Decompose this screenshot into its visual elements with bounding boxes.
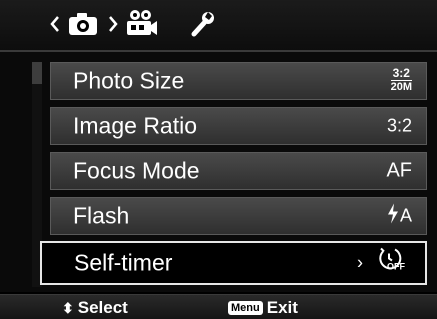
menu-item-image-ratio[interactable]: Image Ratio 3:2 (50, 107, 427, 145)
menu-item-flash[interactable]: Flash A (50, 197, 427, 235)
chevron-right-icon[interactable] (108, 14, 118, 39)
photo-size-value: 3:2 20M (390, 67, 412, 95)
exit-hint: Menu Exit (228, 298, 298, 318)
flash-mode-text: A (399, 205, 412, 226)
exit-label: Exit (266, 298, 298, 317)
up-down-arrow-icon: ⬍ (62, 300, 74, 316)
submenu-arrow: › (357, 252, 363, 273)
flash-icon (387, 203, 399, 229)
self-timer-off-text: OFF (387, 261, 405, 272)
menu-item-label: Flash (73, 202, 130, 229)
scrollbar-thumb[interactable] (32, 62, 42, 84)
menu-item-self-timer[interactable]: Self-timer › OFF (40, 241, 427, 285)
menu-item-focus-mode[interactable]: Focus Mode AF (50, 152, 427, 190)
menu-key-icon: Menu (228, 301, 263, 315)
menu-item-label: Focus Mode (73, 157, 200, 184)
photo-ratio-value: 3:2 (390, 67, 412, 81)
wrench-icon[interactable] (190, 10, 216, 43)
mode-tab-bar (0, 0, 437, 52)
menu-item-label: Image Ratio (73, 112, 198, 139)
menu-item-photo-size[interactable]: Photo Size 3:2 20M (50, 62, 427, 100)
photo-resolution-value: 20M (390, 81, 412, 93)
camera-icon[interactable] (68, 12, 98, 41)
self-timer-value: OFF (377, 246, 407, 281)
menu-item-label: Photo Size (73, 67, 185, 94)
movie-camera-icon[interactable] (124, 8, 158, 43)
image-ratio-value: 3:2 (386, 115, 412, 136)
menu-item-label: Self-timer (74, 249, 173, 276)
focus-mode-value: AF (386, 159, 412, 182)
footer-hint-bar: ⬍ Select Menu Exit (0, 294, 437, 319)
select-hint: ⬍ Select (62, 298, 128, 318)
chevron-left-icon[interactable] (50, 14, 60, 39)
select-label: Select (77, 298, 128, 317)
flash-value: A (387, 203, 412, 229)
